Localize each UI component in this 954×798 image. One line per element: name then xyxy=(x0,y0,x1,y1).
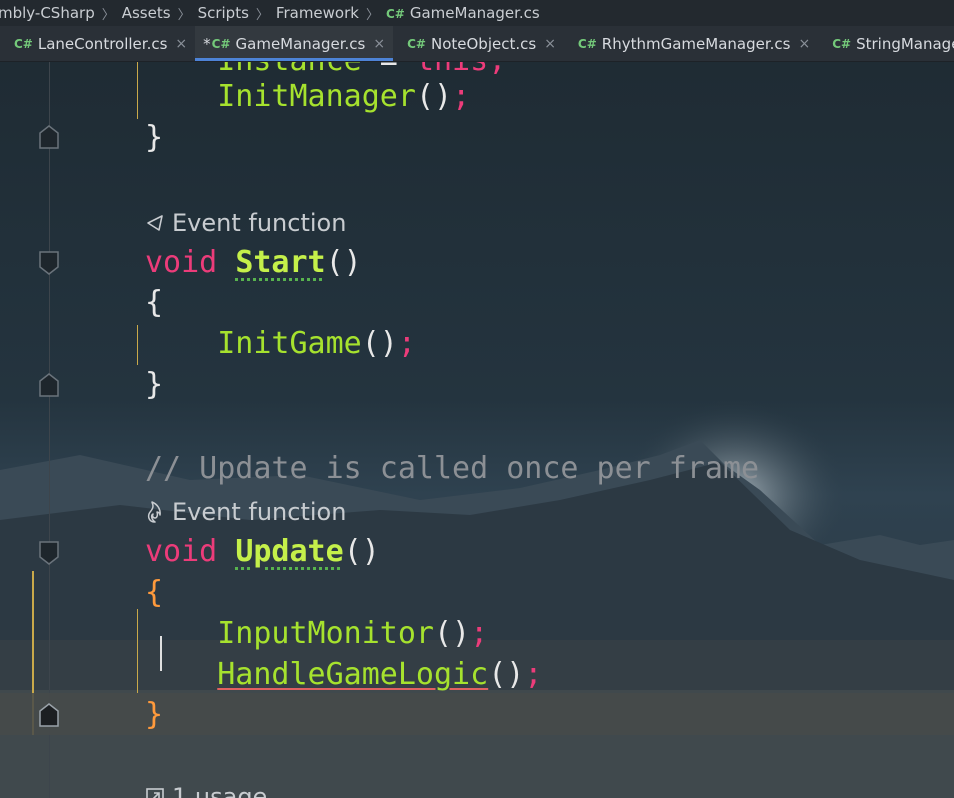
csharp-file-icon: C# xyxy=(385,7,405,21)
code-line: void Update() xyxy=(145,534,380,569)
usage-label: 1 usage xyxy=(172,783,268,798)
tab-noteobject[interactable]: C# NoteObject.cs × xyxy=(393,26,564,61)
csharp-file-icon: C# xyxy=(407,36,426,51)
fold-end-icon[interactable] xyxy=(39,703,59,727)
csharp-file-icon: C# xyxy=(577,36,597,51)
current-line-highlight xyxy=(0,693,954,735)
breadcrumb-item-framework[interactable]: Framework xyxy=(272,4,363,22)
code-token-keyword: void xyxy=(145,534,218,569)
tab-gamemanager[interactable]: * C# GameManager.cs × xyxy=(195,26,394,61)
code-vision-hint[interactable]: Event function xyxy=(145,496,346,528)
breadcrumb-item-file[interactable]: C# GameManager.cs xyxy=(382,4,544,22)
chevron-right-icon: 〉 xyxy=(365,7,379,23)
unity-icon xyxy=(147,215,163,231)
code-token-keyword: this xyxy=(416,61,488,78)
code-line: } xyxy=(145,120,164,155)
code-token-method-declaration[interactable]: Update xyxy=(235,534,343,569)
tab-label: RhythmGameManager.cs xyxy=(601,34,791,53)
flame-icon xyxy=(147,501,161,523)
code-token-method[interactable]: InitManager xyxy=(217,79,416,114)
breadcrumb: mbly-CSharp 〉 Assets 〉 Scripts 〉 Framewo… xyxy=(0,0,954,26)
tab-label: LaneController.cs xyxy=(37,34,168,53)
tab-rhythmgamemanager[interactable]: C# RhythmGameManager.cs × xyxy=(564,26,818,61)
code-token-method[interactable]: InitGame xyxy=(217,326,362,361)
event-function-label: Event function xyxy=(172,498,347,526)
code-line: InputMonitor(); xyxy=(217,616,489,651)
csharp-file-icon: C# xyxy=(832,36,852,51)
tab-label: StringManager xyxy=(856,34,954,53)
code-line: InitGame(); xyxy=(217,326,416,361)
code-line: void Start() xyxy=(145,245,362,280)
indent-guide xyxy=(137,325,138,365)
code-line-matched-brace: { xyxy=(145,575,164,610)
fold-end-icon[interactable] xyxy=(39,373,59,397)
close-icon[interactable]: × xyxy=(373,36,385,52)
breadcrumb-item-assets[interactable]: Assets xyxy=(118,4,175,22)
tab-stringmanager[interactable]: C# StringManager xyxy=(818,26,954,61)
indent-guide xyxy=(137,609,138,693)
code-token-method[interactable]: InputMonitor xyxy=(217,616,434,651)
text-caret xyxy=(160,636,162,671)
chevron-right-icon: 〉 xyxy=(101,7,115,23)
code-token-method-declaration[interactable]: Start xyxy=(235,245,325,280)
chevron-right-icon: 〉 xyxy=(177,7,191,23)
code-line: InitManager(); xyxy=(217,79,471,114)
breadcrumb-item-project[interactable]: mbly-CSharp xyxy=(0,4,99,22)
indent-guide xyxy=(137,61,138,119)
csharp-file-icon: C# xyxy=(211,36,231,51)
code-line: HandleGameLogic(); xyxy=(217,657,543,692)
breadcrumb-item-scripts[interactable]: Scripts xyxy=(194,4,253,22)
tab-label: GameManager.cs xyxy=(235,34,366,53)
code-line: } xyxy=(145,367,164,402)
code-token-method-error[interactable]: HandleGameLogic xyxy=(217,657,488,692)
editor-tab-bar: C# LaneController.cs × * C# GameManager.… xyxy=(0,26,954,62)
gutter-fold-line xyxy=(49,61,50,798)
fold-end-icon[interactable] xyxy=(39,125,59,149)
code-vision-hint[interactable]: 1 usage xyxy=(145,781,267,798)
fold-start-icon[interactable] xyxy=(39,251,59,275)
tab-lanecontroller[interactable]: C# LaneController.cs × xyxy=(0,26,195,61)
close-icon[interactable]: × xyxy=(798,36,810,52)
usage-icon xyxy=(146,788,164,798)
close-icon[interactable]: × xyxy=(175,36,187,52)
code-editor[interactable]: Instance = this; InitManager(); } Event … xyxy=(0,61,954,798)
tab-label: NoteObject.cs xyxy=(430,34,537,53)
breadcrumb-file-label: GameManager.cs xyxy=(409,4,540,22)
event-function-label: Event function xyxy=(172,209,347,237)
code-token-keyword: void xyxy=(145,245,218,280)
modified-indicator: * xyxy=(203,34,211,53)
code-comment: // Update is called once per frame xyxy=(145,451,760,486)
code-vision-hint[interactable]: Event function xyxy=(145,207,346,239)
chevron-right-icon: 〉 xyxy=(255,7,269,23)
code-token-identifier: Instance xyxy=(217,61,362,78)
code-line: { xyxy=(145,285,164,320)
csharp-file-icon: C# xyxy=(14,36,33,51)
fold-start-icon[interactable] xyxy=(39,541,59,565)
close-icon[interactable]: × xyxy=(544,36,556,52)
code-line-matched-brace: } xyxy=(145,697,164,732)
